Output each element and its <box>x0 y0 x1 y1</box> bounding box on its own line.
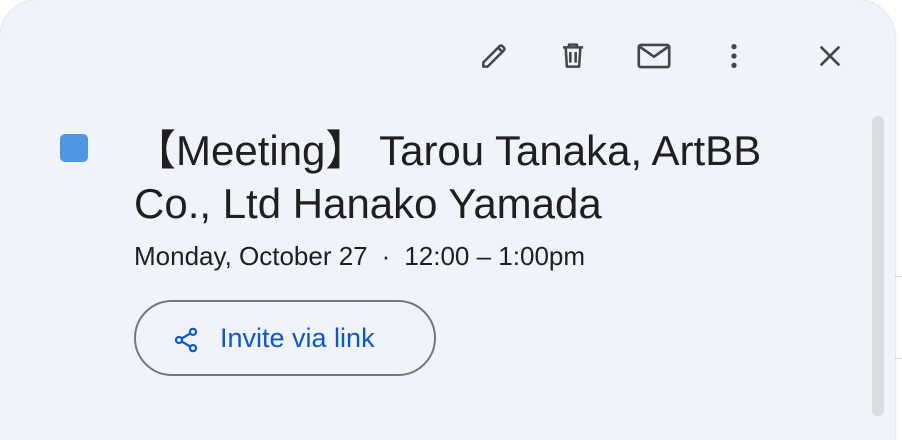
more-vert-icon <box>731 44 737 68</box>
event-title: 【Meeting】 Tarou Tanaka, ArtBB Co., Ltd H… <box>134 127 762 227</box>
event-color-chip <box>60 134 88 162</box>
email-guests-button[interactable] <box>634 36 674 76</box>
delete-event-button[interactable] <box>553 36 593 76</box>
edit-event-button[interactable] <box>474 36 514 76</box>
datetime-separator: · <box>381 241 391 271</box>
event-details-dialog: 【Meeting】 Tarou Tanaka, ArtBB Co., Ltd H… <box>0 0 895 440</box>
invite-button-label: Invite via link <box>220 323 375 353</box>
close-button[interactable] <box>810 36 850 76</box>
more-options-button[interactable] <box>714 36 754 76</box>
close-icon <box>819 45 841 67</box>
envelope-icon <box>637 43 671 69</box>
event-datetime: Monday, October 27 · 12:00 – 1:00pm <box>134 238 585 274</box>
pencil-icon <box>482 44 506 68</box>
share-icon <box>174 327 198 353</box>
scrollbar-thumb[interactable] <box>872 116 884 416</box>
event-time: 12:00 – 1:00pm <box>404 241 586 271</box>
event-date: Monday, October 27 <box>134 241 368 271</box>
invite-via-link-button[interactable]: Invite via link <box>134 300 436 376</box>
vertical-scrollbar[interactable] <box>870 116 886 416</box>
trash-icon <box>563 43 583 68</box>
event-toolbar <box>0 36 895 76</box>
